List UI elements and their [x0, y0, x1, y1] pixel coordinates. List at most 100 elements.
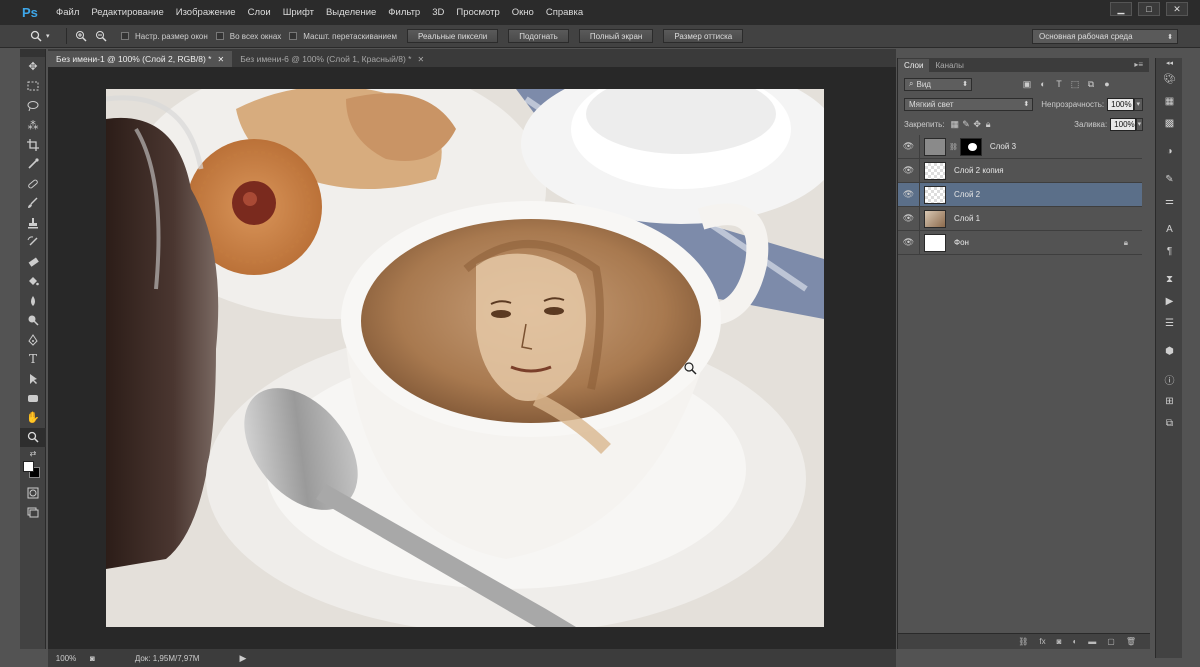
menu-item-9[interactable]: Окно	[506, 7, 540, 18]
paragraph-panel-icon[interactable]: ¶	[1156, 240, 1183, 262]
crop-tool-icon[interactable]	[20, 135, 46, 155]
zoom-out-button[interactable]	[93, 28, 109, 44]
blur-tool-icon[interactable]	[20, 291, 46, 311]
info-panel-icon[interactable]: ⓘ	[1156, 368, 1183, 390]
layer-style-icon[interactable]: fx	[1039, 637, 1045, 646]
lasso-tool-icon[interactable]	[20, 96, 46, 116]
fill-input[interactable]: 100%	[1110, 117, 1136, 131]
swatches-panel-icon[interactable]: ▦	[1156, 90, 1183, 112]
delete-layer-icon[interactable]: 🗑︎	[1126, 637, 1136, 646]
tab-document-1[interactable]: Без имени-1 @ 100% (Слой 2, RGB/8) * ✕	[48, 51, 233, 67]
menu-item-8[interactable]: Просмотр	[450, 7, 505, 18]
actions-panel-icon[interactable]: ▶	[1156, 290, 1183, 312]
fill-slider-button[interactable]: ▾	[1135, 117, 1143, 131]
new-group-icon[interactable]: ▬	[1088, 637, 1096, 646]
minimize-button[interactable]: ▁	[1110, 2, 1132, 16]
canvas-area[interactable]	[48, 67, 896, 649]
layer-row-background[interactable]: 👁︎ Фон 🔒︎	[898, 230, 1142, 255]
lock-pixels-icon[interactable]: ✎	[962, 118, 970, 130]
new-layer-icon[interactable]: ▢	[1107, 637, 1115, 646]
adjustment-filter-icon[interactable]: ◐	[1038, 79, 1048, 89]
quick-mask-icon[interactable]	[20, 483, 46, 503]
eyedropper-tool-icon[interactable]	[20, 155, 46, 175]
actual-pixels-button[interactable]: Реальные пиксели	[406, 29, 499, 43]
menu-item-5[interactable]: Выделение	[320, 7, 382, 18]
character-panel-icon[interactable]: A	[1156, 218, 1183, 240]
color-swatches[interactable]	[20, 459, 46, 483]
history-panel-icon[interactable]: ⧗	[1156, 268, 1183, 290]
close-button[interactable]: ✕	[1166, 2, 1188, 16]
marquee-tool-icon[interactable]	[20, 77, 46, 97]
maximize-button[interactable]: □	[1138, 2, 1160, 16]
document-canvas[interactable]	[106, 89, 824, 627]
document-info-icon[interactable]: ◙	[90, 654, 95, 663]
visibility-eye-icon[interactable]: 👁︎	[900, 165, 918, 176]
visibility-eye-icon[interactable]: 👁︎	[900, 237, 918, 248]
color-panel-icon[interactable]: 🎨︎	[1156, 68, 1183, 90]
layer-name[interactable]: Слой 2	[954, 190, 980, 199]
dock-collapse-icon[interactable]: ◂◂	[1156, 58, 1183, 68]
zoom-tool-preset[interactable]: ▾	[30, 27, 60, 45]
lock-position-icon[interactable]: ✥	[973, 118, 981, 130]
zoom-in-button[interactable]	[73, 28, 89, 44]
status-menu-arrow-icon[interactable]: ▶	[239, 653, 246, 664]
brush-panel-icon[interactable]: ✎	[1156, 168, 1183, 190]
workspace-select[interactable]: Основная рабочая среда ⬍	[1032, 29, 1178, 44]
eraser-tool-icon[interactable]	[20, 252, 46, 272]
smart-object-filter-icon[interactable]: ⧉	[1086, 79, 1096, 89]
menu-item-2[interactable]: Изображение	[170, 7, 242, 18]
layer-row-1[interactable]: 👁︎ Слой 1	[898, 206, 1142, 231]
layer-filter-select[interactable]: ⌕ Вид ⬍	[904, 77, 972, 91]
menu-item-0[interactable]: Файл	[50, 7, 85, 18]
quick-selection-tool-icon[interactable]: ⁂	[20, 116, 46, 136]
paint-bucket-tool-icon[interactable]	[20, 272, 46, 292]
close-tab-icon[interactable]: ✕	[417, 55, 424, 64]
print-size-button[interactable]: Размер оттиска	[663, 29, 744, 43]
menu-item-3[interactable]: Слои	[242, 7, 277, 18]
layer-mask-thumbnail[interactable]	[959, 137, 982, 156]
navigator-panel-icon[interactable]: ⊞	[1156, 390, 1183, 412]
history-brush-tool-icon[interactable]	[20, 233, 46, 253]
layer-row-2-copy[interactable]: 👁︎ Слой 2 копия	[898, 158, 1142, 183]
fit-screen-button[interactable]: Подогнать	[508, 29, 569, 43]
menu-item-4[interactable]: Шрифт	[277, 7, 320, 18]
menu-item-1[interactable]: Редактирование	[85, 7, 169, 18]
layer-row-3[interactable]: 👁︎ ⛓︎ Слой 3	[898, 134, 1142, 159]
hand-tool-icon[interactable]: ✋	[20, 408, 46, 428]
zoom-tool-icon[interactable]	[20, 427, 46, 447]
healing-brush-tool-icon[interactable]	[20, 174, 46, 194]
styles-panel-icon[interactable]: ▩	[1156, 112, 1183, 134]
shape-filter-icon[interactable]: ⬚	[1070, 79, 1080, 89]
zoom-level[interactable]: 100%	[48, 654, 84, 663]
clone-stamp-tool-icon[interactable]	[20, 213, 46, 233]
layer-name[interactable]: Слой 1	[954, 214, 980, 223]
pen-tool-icon[interactable]	[20, 330, 46, 350]
add-mask-icon[interactable]: ◙	[1057, 637, 1062, 646]
menu-item-10[interactable]: Справка	[540, 7, 589, 18]
layer-name[interactable]: Фон	[954, 238, 969, 247]
screen-mode-icon[interactable]	[20, 503, 46, 523]
pixel-filter-icon[interactable]: ▣	[1022, 79, 1032, 89]
filter-toggle-icon[interactable]: ●	[1102, 79, 1112, 89]
dodge-tool-icon[interactable]	[20, 311, 46, 331]
close-tab-icon[interactable]: ✕	[217, 55, 224, 64]
panel-menu-icon[interactable]: ▸≡	[1134, 60, 1143, 69]
opacity-slider-button[interactable]: ▾	[1133, 97, 1143, 111]
link-layers-icon[interactable]: ⛓︎	[1018, 637, 1028, 646]
brush-presets-panel-icon[interactable]: ⚌	[1156, 190, 1183, 212]
blend-mode-select[interactable]: Мягкий свет ⬍	[904, 97, 1034, 111]
properties-panel-icon[interactable]: ☰	[1156, 312, 1183, 334]
brush-tool-icon[interactable]	[20, 194, 46, 214]
tab-channels[interactable]: Каналы	[929, 59, 969, 72]
foreground-color-swatch[interactable]	[23, 461, 34, 472]
type-tool-icon[interactable]: T	[20, 350, 46, 370]
mask-link-icon[interactable]: ⛓︎	[949, 143, 958, 151]
adjustment-layer-icon[interactable]: ◐	[1072, 637, 1077, 646]
opacity-input[interactable]: 100%	[1107, 97, 1134, 111]
menu-item-6[interactable]: Фильтр	[382, 7, 426, 18]
lock-transparency-icon[interactable]: ▦	[951, 118, 960, 130]
type-filter-icon[interactable]: T	[1054, 79, 1064, 89]
visibility-eye-icon[interactable]: 👁︎	[900, 189, 918, 200]
all-windows-checkbox[interactable]: Во всех окнах	[215, 32, 281, 41]
swap-colors-icon[interactable]: ⇄	[20, 447, 46, 459]
